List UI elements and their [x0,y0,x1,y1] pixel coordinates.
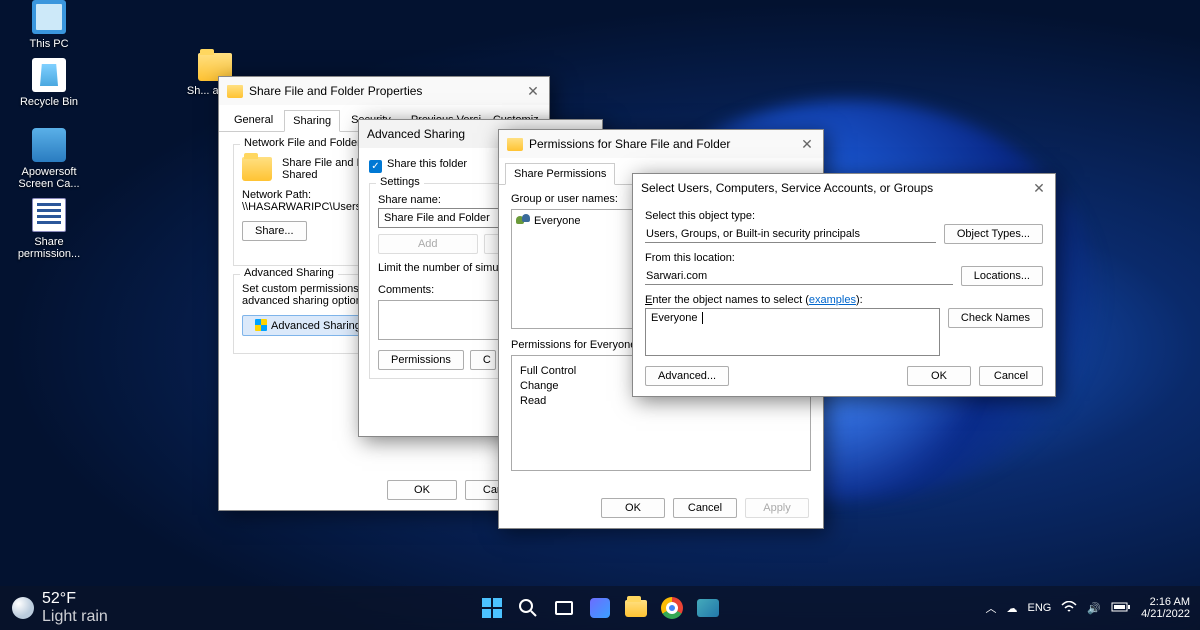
tab-sharing[interactable]: Sharing [284,110,340,132]
ok-button[interactable]: OK [907,366,971,386]
photos-button[interactable] [694,594,722,622]
window-title: Share File and Folder Properties [249,84,422,98]
desktop-icon-this-pc[interactable]: This PC [14,0,84,50]
names-label: EEnter the object names to select (nter … [645,294,1043,306]
folder-icon [242,157,272,181]
temperature: 52°F [42,590,108,608]
location-label: From this location: [645,252,1043,264]
close-button[interactable]: ✕ [1029,178,1049,198]
group-title: Advanced Sharing [240,267,338,279]
close-button[interactable]: ✕ [797,134,817,154]
recycle-icon [32,58,66,92]
apply-button: Apply [745,498,809,518]
folder-icon [625,600,647,617]
window-title: Permissions for Share File and Folder [529,137,730,151]
people-icon [516,214,530,226]
weather-icon [12,597,34,619]
desktop-icon-recycle-bin[interactable]: Recycle Bin [14,58,84,108]
app-icon [32,128,66,162]
weather-text: Light rain [42,608,108,626]
shield-icon [255,319,267,331]
object-names-field[interactable]: Everyone [645,308,940,356]
check-names-button[interactable]: Check Names [948,308,1043,328]
search-button[interactable] [514,594,542,622]
chrome-icon [661,597,683,619]
taskview-icon [555,601,573,615]
widgets-icon [590,598,610,618]
task-view-button[interactable] [550,594,578,622]
locations-button[interactable]: Locations... [961,266,1043,286]
wifi-icon[interactable] [1061,601,1077,616]
object-type-label: Select this object type: [645,210,1043,222]
document-icon [32,198,66,232]
pc-icon [32,0,66,34]
photos-icon [697,599,719,617]
taskbar: 52°F Light rain ︿ ☁ ENG 🔊 2:16 AM 4/21/2… [0,586,1200,630]
desktop-icon-share-doc[interactable]: Share permission... [14,198,84,260]
ok-button[interactable]: OK [601,498,665,518]
caching-button[interactable]: C [470,350,496,370]
window-title: Select Users, Computers, Service Account… [641,181,933,195]
desktop-icon-apowersoft[interactable]: Apowersoft Screen Ca... [14,128,84,190]
time: 2:16 AM [1141,596,1190,608]
folder-status: Share File and F Shared [282,157,363,181]
ok-button[interactable]: OK [387,480,457,500]
window-title: Advanced Sharing [367,127,465,141]
widgets-button[interactable] [586,594,614,622]
examples-link[interactable]: examples [809,294,856,306]
onedrive-icon[interactable]: ☁ [1007,602,1018,615]
battery-icon[interactable] [1111,601,1131,616]
titlebar[interactable]: Permissions for Share File and Folder ✕ [499,130,823,158]
date: 4/21/2022 [1141,608,1190,620]
titlebar[interactable]: Share File and Folder Properties ✕ [219,77,549,105]
cancel-button[interactable]: Cancel [673,498,737,518]
titlebar[interactable]: Select Users, Computers, Service Account… [633,174,1055,202]
search-icon [518,598,538,618]
windows-icon [482,598,502,618]
share-button[interactable]: Share... [242,221,307,241]
weather-widget[interactable]: 52°F Light rain [12,590,108,626]
start-button[interactable] [478,594,506,622]
folder-icon [507,138,523,151]
location-field: Sarwari.com [645,268,953,285]
group-title: Settings [376,176,424,188]
volume-icon[interactable]: 🔊 [1087,602,1101,615]
cancel-button[interactable]: Cancel [979,366,1043,386]
close-button[interactable]: ✕ [523,81,543,101]
advanced-button[interactable]: Advanced... [645,366,729,386]
explorer-button[interactable] [622,594,650,622]
object-type-field: Users, Groups, or Built-in security prin… [645,226,936,243]
tray-chevron-icon[interactable]: ︿ [986,600,997,616]
clock[interactable]: 2:16 AM 4/21/2022 [1141,596,1190,620]
checkbox-icon: ✓ [369,160,382,173]
chrome-button[interactable] [658,594,686,622]
object-types-button[interactable]: Object Types... [944,224,1043,244]
folder-icon [227,85,243,98]
tab-general[interactable]: General [225,109,282,131]
permissions-button[interactable]: Permissions [378,350,464,370]
language-indicator[interactable]: ENG [1028,602,1052,614]
add-button: Add [378,234,478,254]
tab-share-permissions[interactable]: Share Permissions [505,163,615,185]
select-users-window: Select Users, Computers, Service Account… [632,173,1056,397]
